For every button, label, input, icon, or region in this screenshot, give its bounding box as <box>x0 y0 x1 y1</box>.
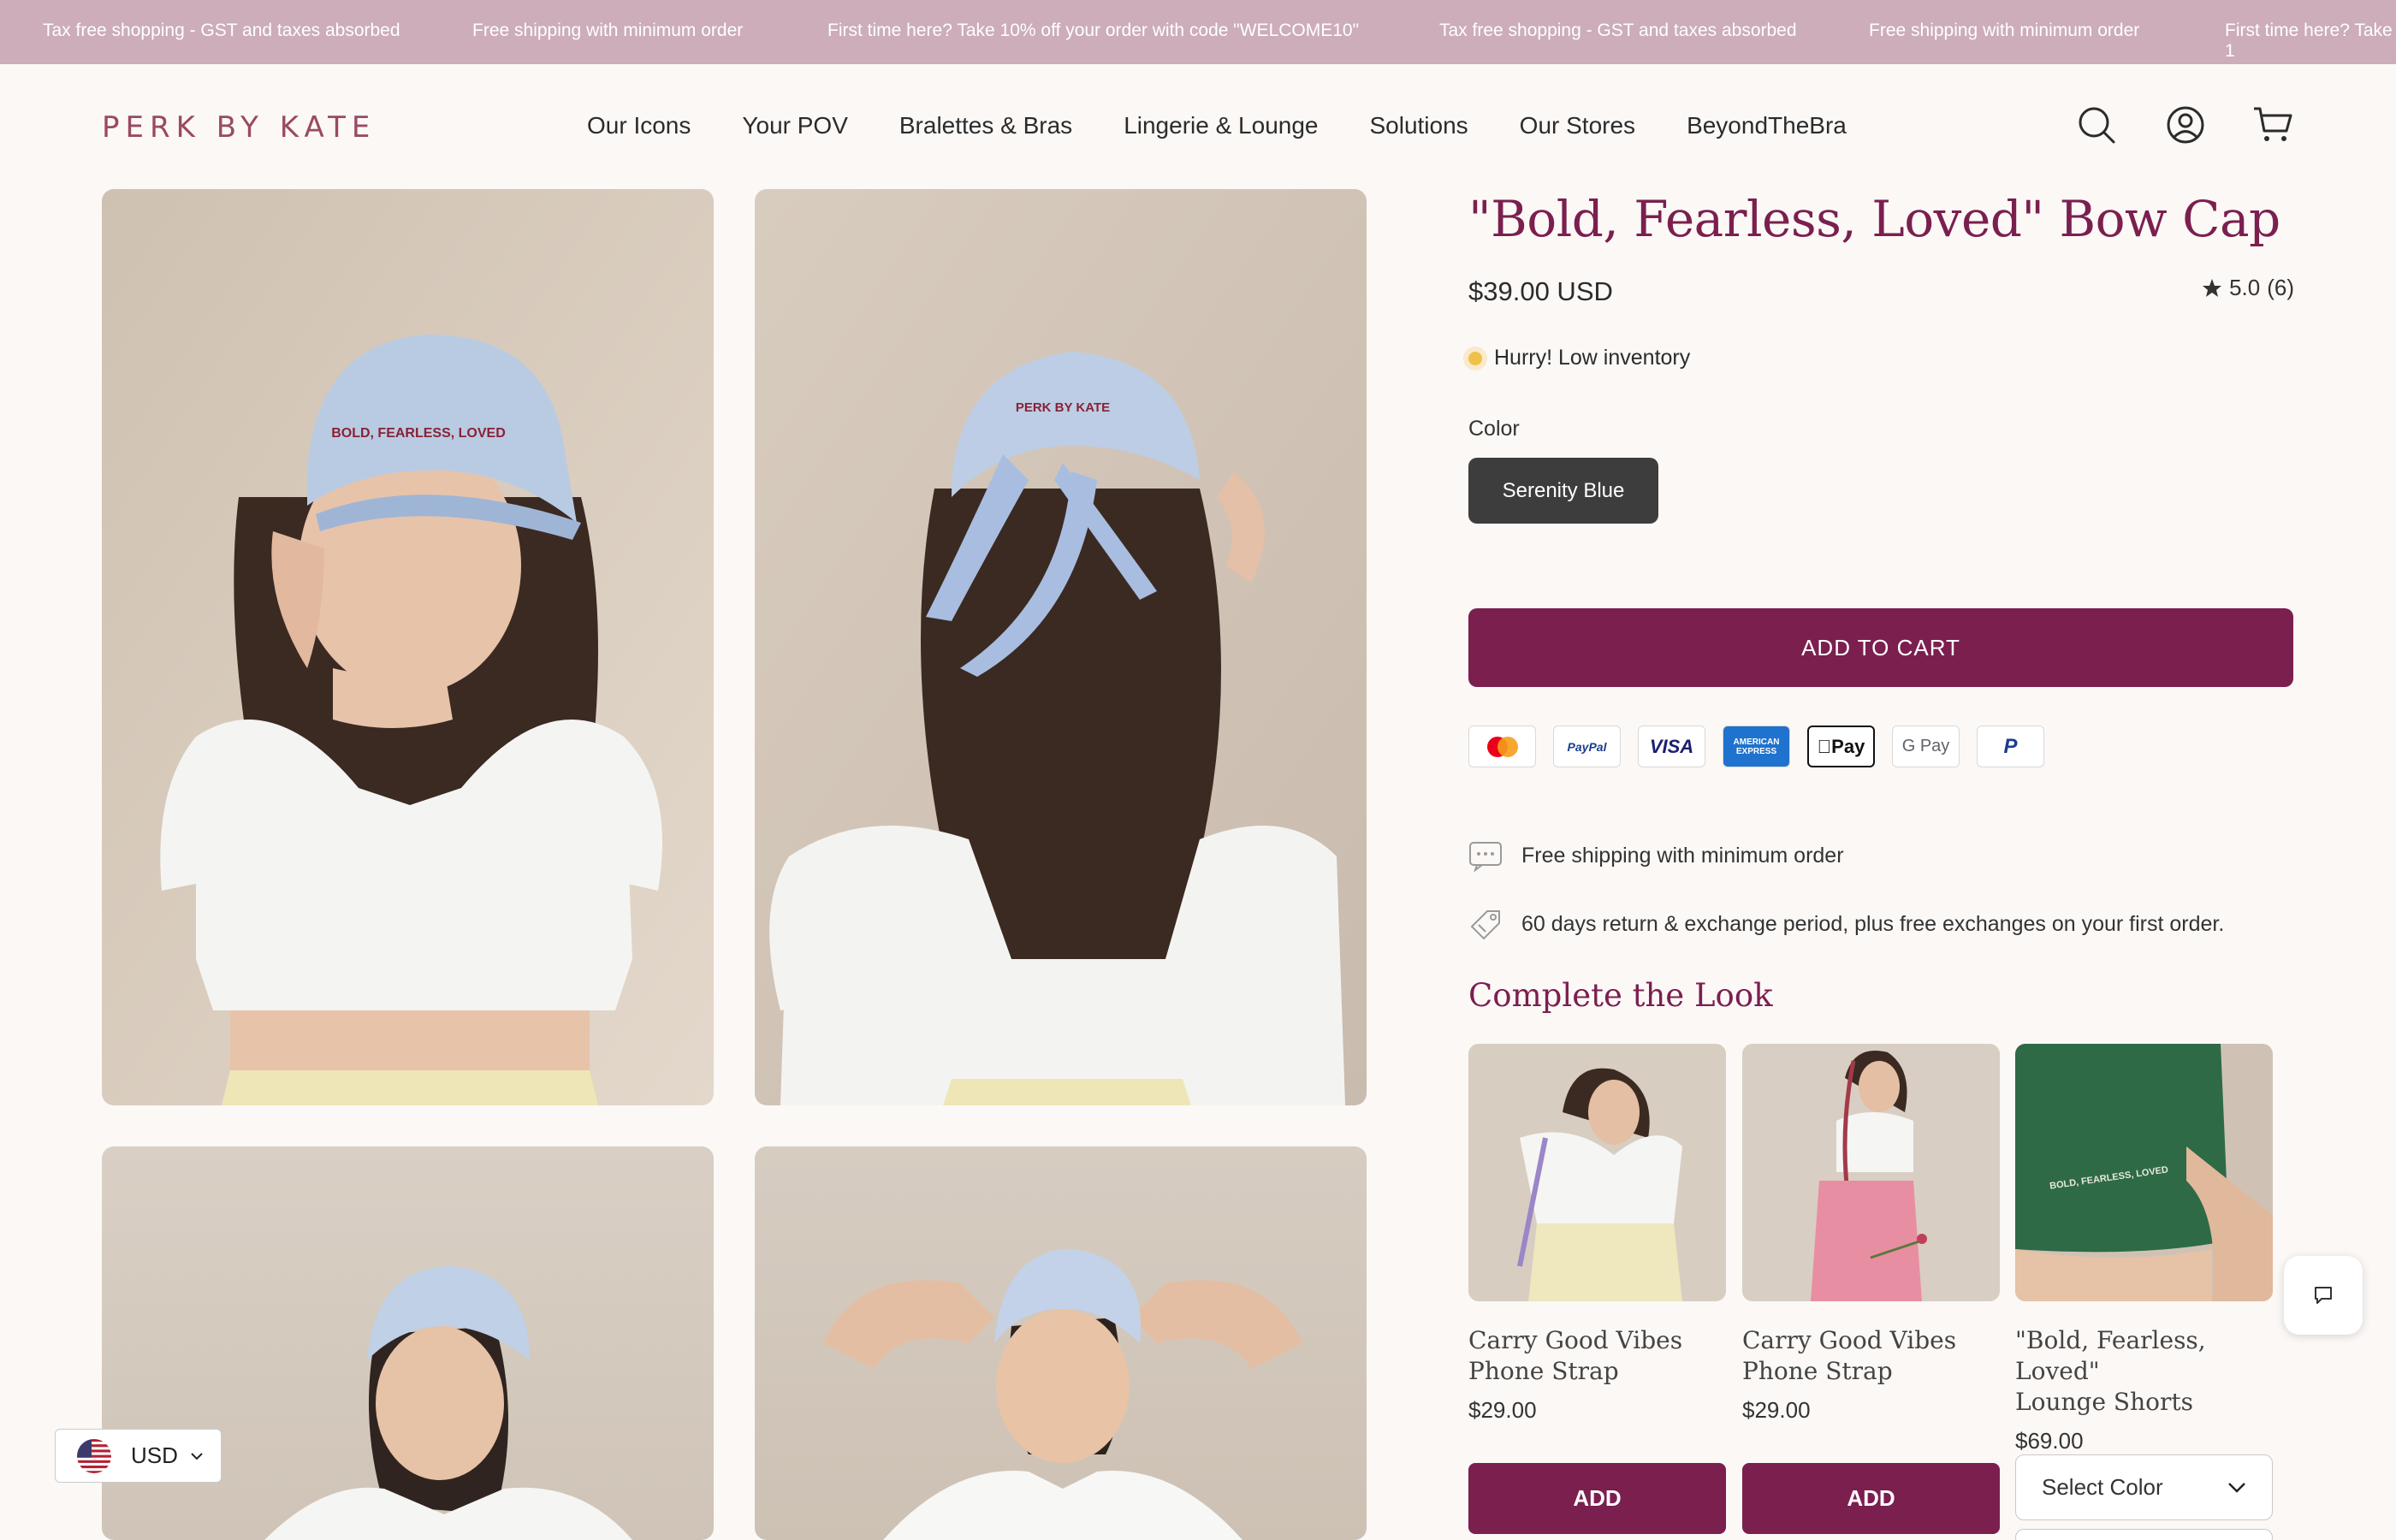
rating-value: 5.0 <box>2229 275 2261 300</box>
amex-icon: AMERICAN EXPRESS <box>1723 726 1790 767</box>
color-option-serenity-blue[interactable]: Serenity Blue <box>1468 458 1658 524</box>
product-photo-model-4[interactable] <box>755 1146 1367 1540</box>
product-price: $39.00 USD <box>1468 276 1613 306</box>
stock-message: Hurry! Low inventory <box>1494 346 1691 370</box>
stock-dot-icon <box>1468 351 1482 365</box>
chevron-down-icon <box>191 1452 203 1460</box>
chevron-down-icon <box>2228 1482 2245 1493</box>
perk-text: Free shipping with minimum order <box>1521 843 1844 868</box>
color-label: Color <box>1468 417 1520 441</box>
look-item-3[interactable]: BOLD, FEARLESS, LOVED "Bold, Fearless, L… <box>2015 1044 2273 1454</box>
complete-look-title: Complete the Look <box>1468 977 1773 1014</box>
return-icon <box>1470 910 1500 940</box>
nav-our-stores[interactable]: Our Stores <box>1520 112 1635 139</box>
us-flag-icon <box>77 1438 111 1473</box>
announcement-item: Free shipping with minimum order <box>472 21 744 40</box>
announcement-bar: Tax free shopping - GST and taxes absorb… <box>0 0 2396 64</box>
cap-embroidery-back: PERK BY KATE <box>1016 400 1110 415</box>
announcement-item: Tax free shopping - GST and taxes absorb… <box>43 21 400 40</box>
mastercard-icon <box>1468 726 1536 767</box>
product-title: "Bold, Fearless, Loved" Bow Cap <box>1468 190 2280 248</box>
nav-solutions[interactable]: Solutions <box>1369 112 1468 139</box>
look-item-name[interactable]: Carry Good Vibes Phone Strap <box>1468 1325 1726 1387</box>
search-icon[interactable] <box>2076 104 2117 145</box>
announcement-item: First time here? Take 1 <box>2225 21 2393 61</box>
product-photo-front[interactable]: BOLD, FEARLESS, LOVED <box>102 189 714 1105</box>
main-nav: Our Icons Your POV Bralettes & Bras Ling… <box>587 112 1898 139</box>
perk-text: 60 days return & exchange period, plus f… <box>1521 911 2225 936</box>
perk-returns: 60 days return & exchange period, plus f… <box>1468 908 2224 940</box>
site-header: PERK BY KATE Our Icons Your POV Bralette… <box>0 64 2396 188</box>
apple-logo-icon:  <box>1818 736 1832 758</box>
nav-beyond-the-bra[interactable]: BeyondTheBra <box>1687 112 1847 139</box>
add-look-item-2-button[interactable]: ADD <box>1742 1463 2000 1534</box>
apple-pay-icon: Pay <box>1807 726 1875 767</box>
star-icon <box>2203 278 2222 297</box>
chat-icon <box>2315 1287 2332 1304</box>
look-item-1[interactable]: Carry Good Vibes Phone Strap $29.00 <box>1468 1044 1726 1424</box>
nav-your-pov[interactable]: Your POV <box>742 112 847 139</box>
visa-icon: VISA <box>1638 726 1705 767</box>
look-item-image[interactable]: BOLD, FEARLESS, LOVED <box>2015 1044 2273 1301</box>
look-item-image[interactable] <box>1742 1044 2000 1301</box>
cart-icon[interactable] <box>2252 104 2293 145</box>
stock-status: Hurry! Low inventory <box>1468 346 1690 370</box>
look-item-3-secondary-select[interactable] <box>2015 1529 2273 1540</box>
cap-embroidery-front: BOLD, FEARLESS, LOVED <box>331 426 506 441</box>
brand-logo[interactable]: PERK BY KATE <box>102 110 376 145</box>
look-item-price: $29.00 <box>1742 1397 1811 1423</box>
currency-code: USD <box>131 1442 178 1468</box>
payment-methods: PayPal VISA AMERICAN EXPRESS Pay G Pay … <box>1468 726 2044 767</box>
delivery-icon <box>1469 842 1502 872</box>
look-item-3-color-select[interactable]: Select Color <box>2015 1454 2273 1520</box>
paypal-p-icon: P <box>1977 726 2044 767</box>
look-item-image[interactable] <box>1468 1044 1726 1301</box>
nav-bralettes-bras[interactable]: Bralettes & Bras <box>899 112 1072 139</box>
google-pay-icon: G Pay <box>1892 726 1960 767</box>
announcement-item: First time here? Take 10% off your order… <box>827 21 1360 40</box>
announcement-item: Tax free shopping - GST and taxes absorb… <box>1439 21 1797 40</box>
add-look-item-1-button[interactable]: ADD <box>1468 1463 1726 1534</box>
review-count: (6) <box>2267 275 2294 300</box>
product-rating[interactable]: 5.0 (6) <box>2202 275 2294 301</box>
look-item-price: $69.00 <box>2015 1428 2084 1454</box>
look-item-name[interactable]: "Bold, Fearless, Loved" Lounge Shorts <box>2015 1325 2273 1418</box>
add-to-cart-button[interactable]: ADD TO CART <box>1468 608 2293 687</box>
currency-selector[interactable]: USD <box>55 1429 222 1483</box>
paypal-icon: PayPal <box>1553 726 1621 767</box>
product-photo-back[interactable]: PERK BY KATE <box>755 189 1367 1105</box>
perk-free-shipping: Free shipping with minimum order <box>1468 839 1844 872</box>
nav-lingerie-lounge[interactable]: Lingerie & Lounge <box>1124 112 1318 139</box>
nav-our-icons[interactable]: Our Icons <box>587 112 691 139</box>
announcement-item: Free shipping with minimum order <box>1869 21 2140 40</box>
look-item-price: $29.00 <box>1468 1397 1537 1423</box>
account-icon[interactable] <box>2165 104 2206 145</box>
look-item-name[interactable]: Carry Good Vibes Phone Strap <box>1742 1325 2000 1387</box>
chat-button[interactable] <box>2284 1256 2363 1335</box>
look-item-2[interactable]: Carry Good Vibes Phone Strap $29.00 <box>1742 1044 2000 1424</box>
